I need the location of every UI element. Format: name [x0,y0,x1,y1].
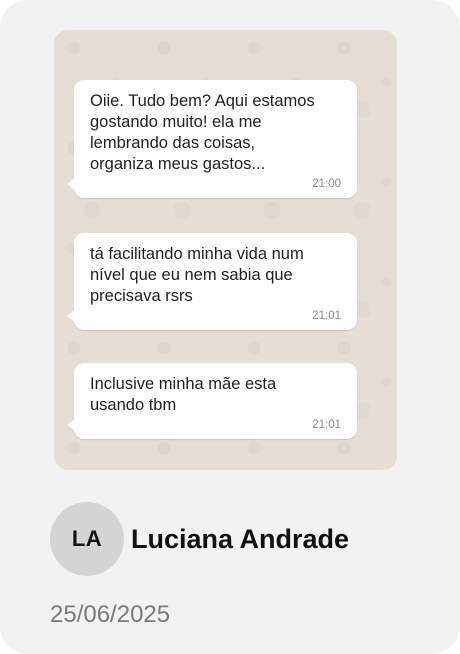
chat-screenshot: Oiie. Tudo bem? Aqui estamos gostando mu… [54,30,397,470]
message-text: tá facilitando minha vida num nível que … [90,245,304,305]
avatar-initials: LA [71,526,103,551]
avatar: LA [50,502,124,576]
message-time: 21:01 [312,310,341,322]
message-text: Inclusive minha mãe esta usando tbm [90,375,277,414]
author-name: Luciana Andrade [131,524,350,554]
message-text: Oiie. Tudo bem? Aqui estamos gostando mu… [90,92,315,173]
message-time: 21:00 [312,178,341,190]
message-time: 21:01 [312,419,341,431]
message-bubble: Oiie. Tudo bem? Aqui estamos gostando mu… [67,80,357,198]
testimonial-card: Oiie. Tudo bem? Aqui estamos gostando mu… [0,0,460,654]
testimonial-date: 25/06/2025 [50,601,171,628]
message-bubble: Inclusive minha mãe esta usando tbm 21:0… [67,363,357,439]
message-bubble: tá facilitando minha vida num nível que … [67,233,357,330]
